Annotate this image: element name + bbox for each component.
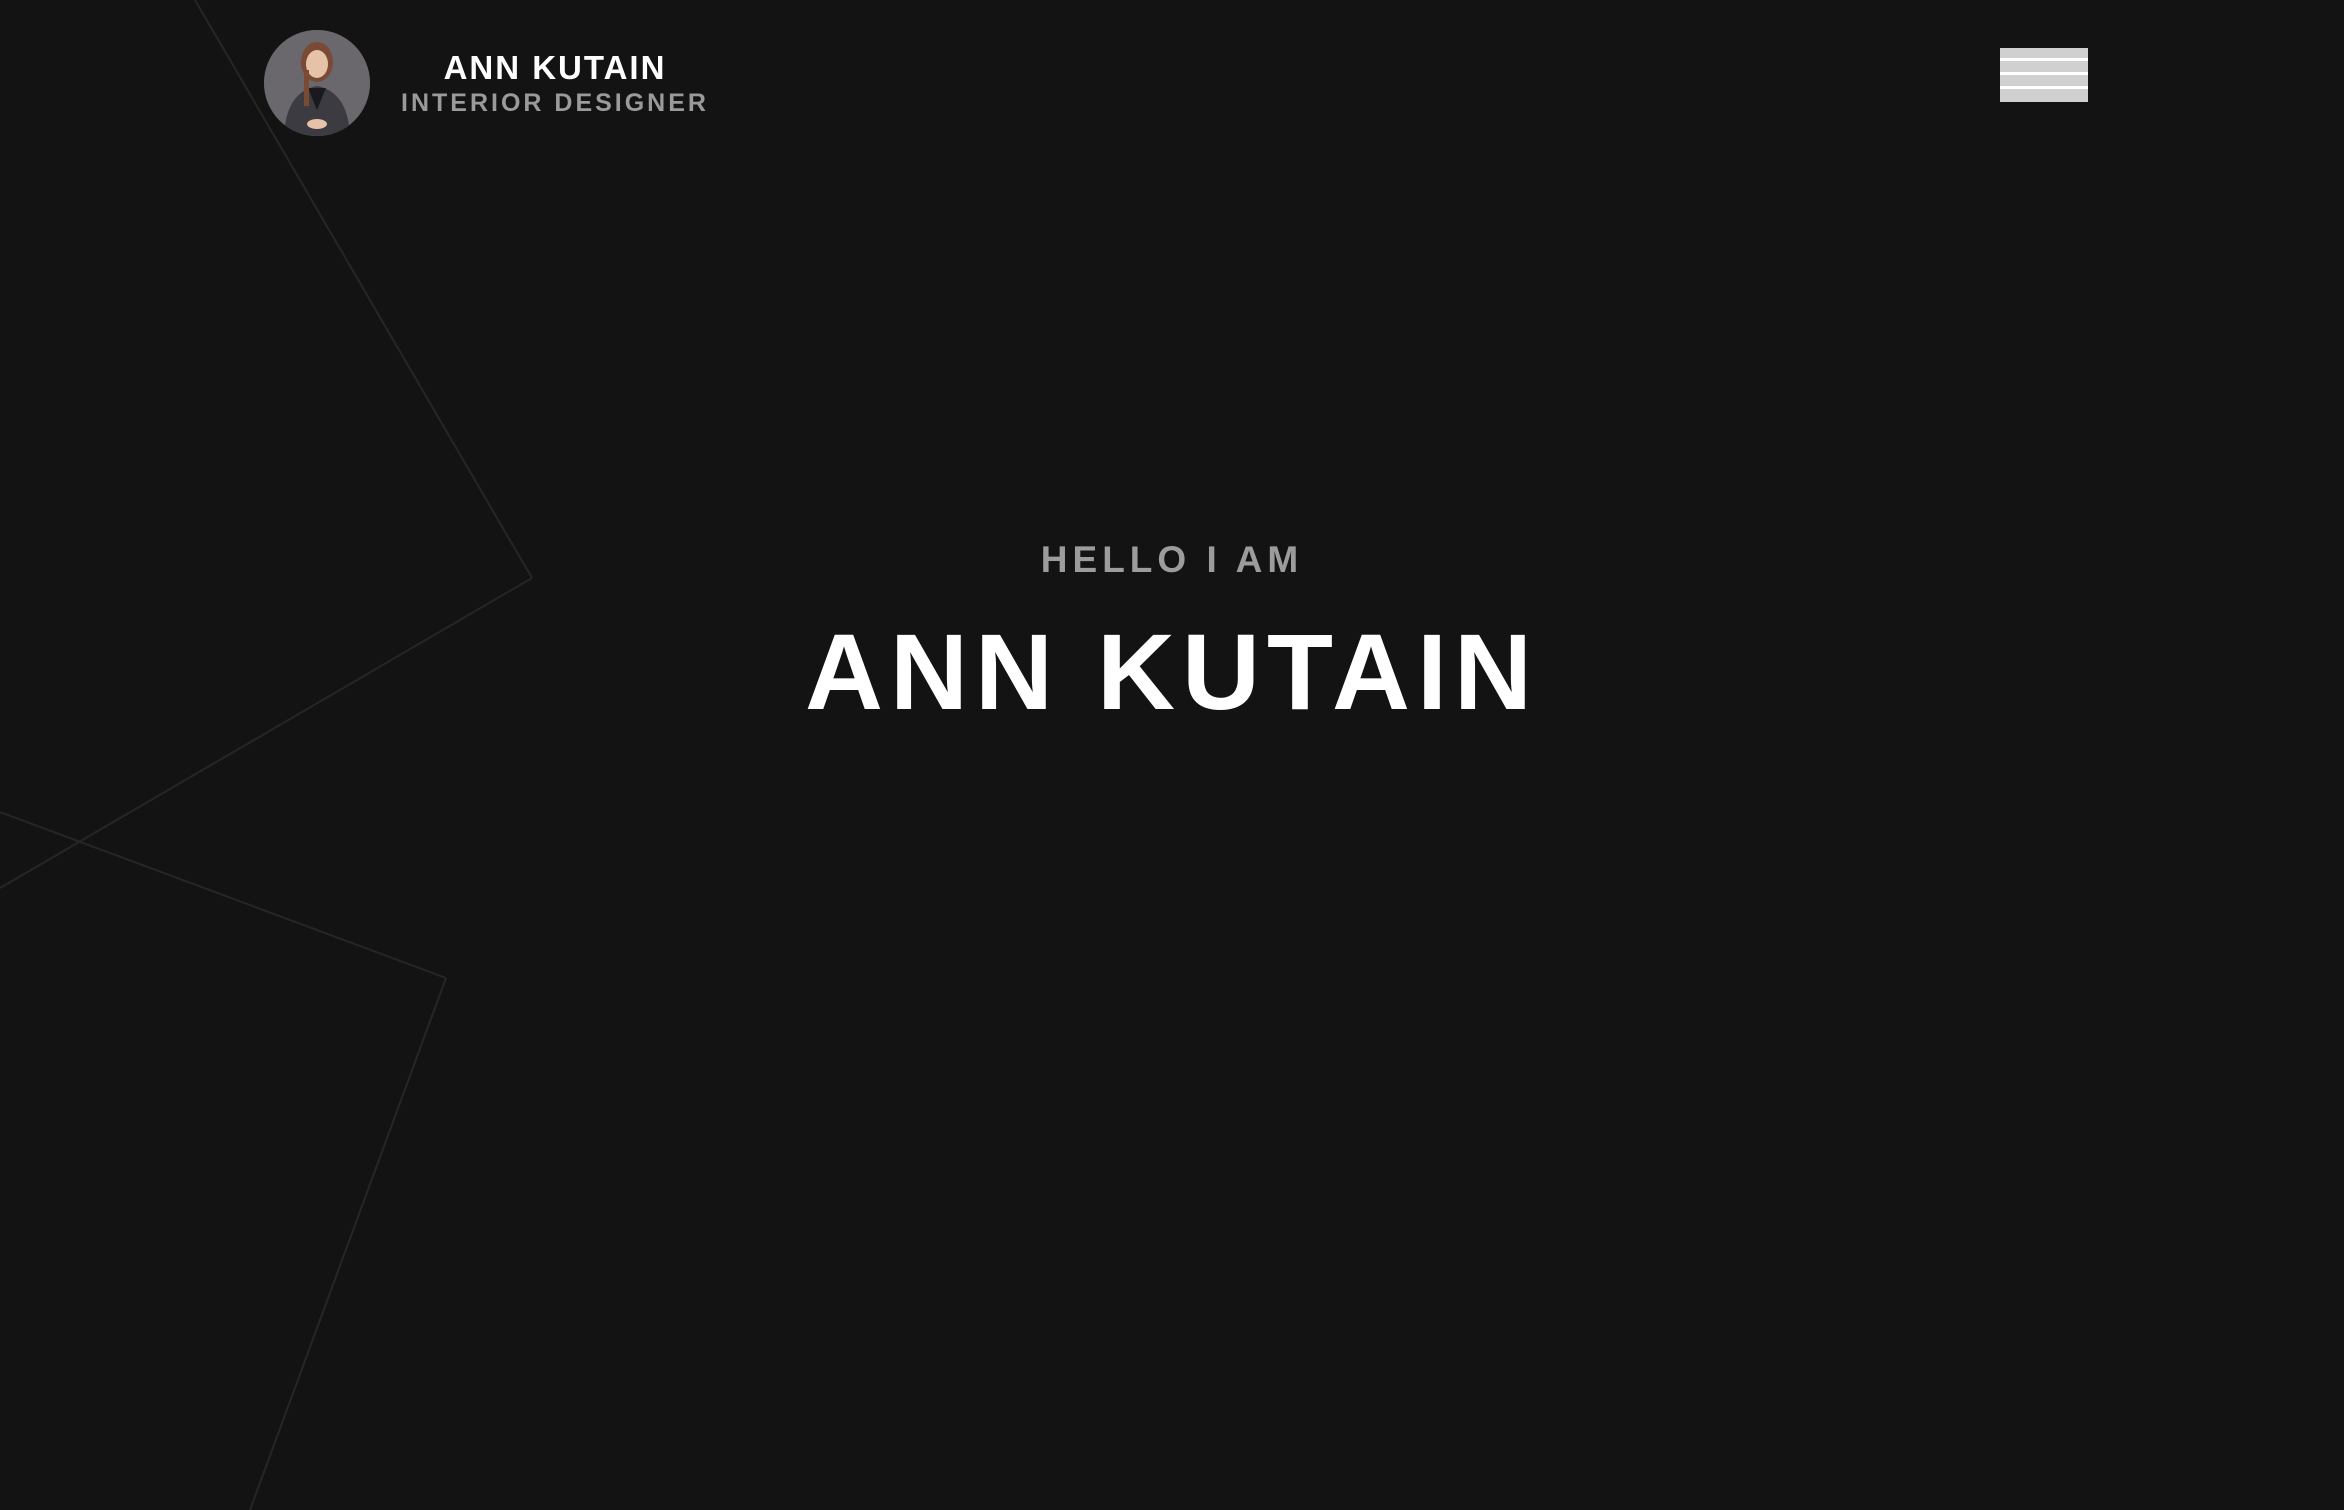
- hamburger-menu-icon[interactable]: [2000, 48, 2088, 102]
- brand-name: ANN KUTAIN: [443, 49, 667, 86]
- background-geometric-lines: [0, 0, 533, 1510]
- hero-section: HELLO I AM ANN KUTAIN: [0, 530, 2344, 734]
- menu-line: [2000, 72, 2088, 75]
- avatar[interactable]: [264, 30, 370, 136]
- hero-greeting: HELLO I AM: [1040, 539, 1304, 580]
- brand-role: INTERIOR DESIGNER: [401, 89, 709, 117]
- menu-line: [2000, 58, 2088, 61]
- menu-line: [2000, 86, 2088, 89]
- hero-title: ANN KUTAIN: [805, 611, 1539, 732]
- brand[interactable]: ANN KUTAIN INTERIOR DESIGNER: [395, 48, 715, 118]
- avatar-photo-icon: [264, 30, 370, 136]
- site-header: ANN KUTAIN INTERIOR DESIGNER: [0, 0, 2344, 160]
